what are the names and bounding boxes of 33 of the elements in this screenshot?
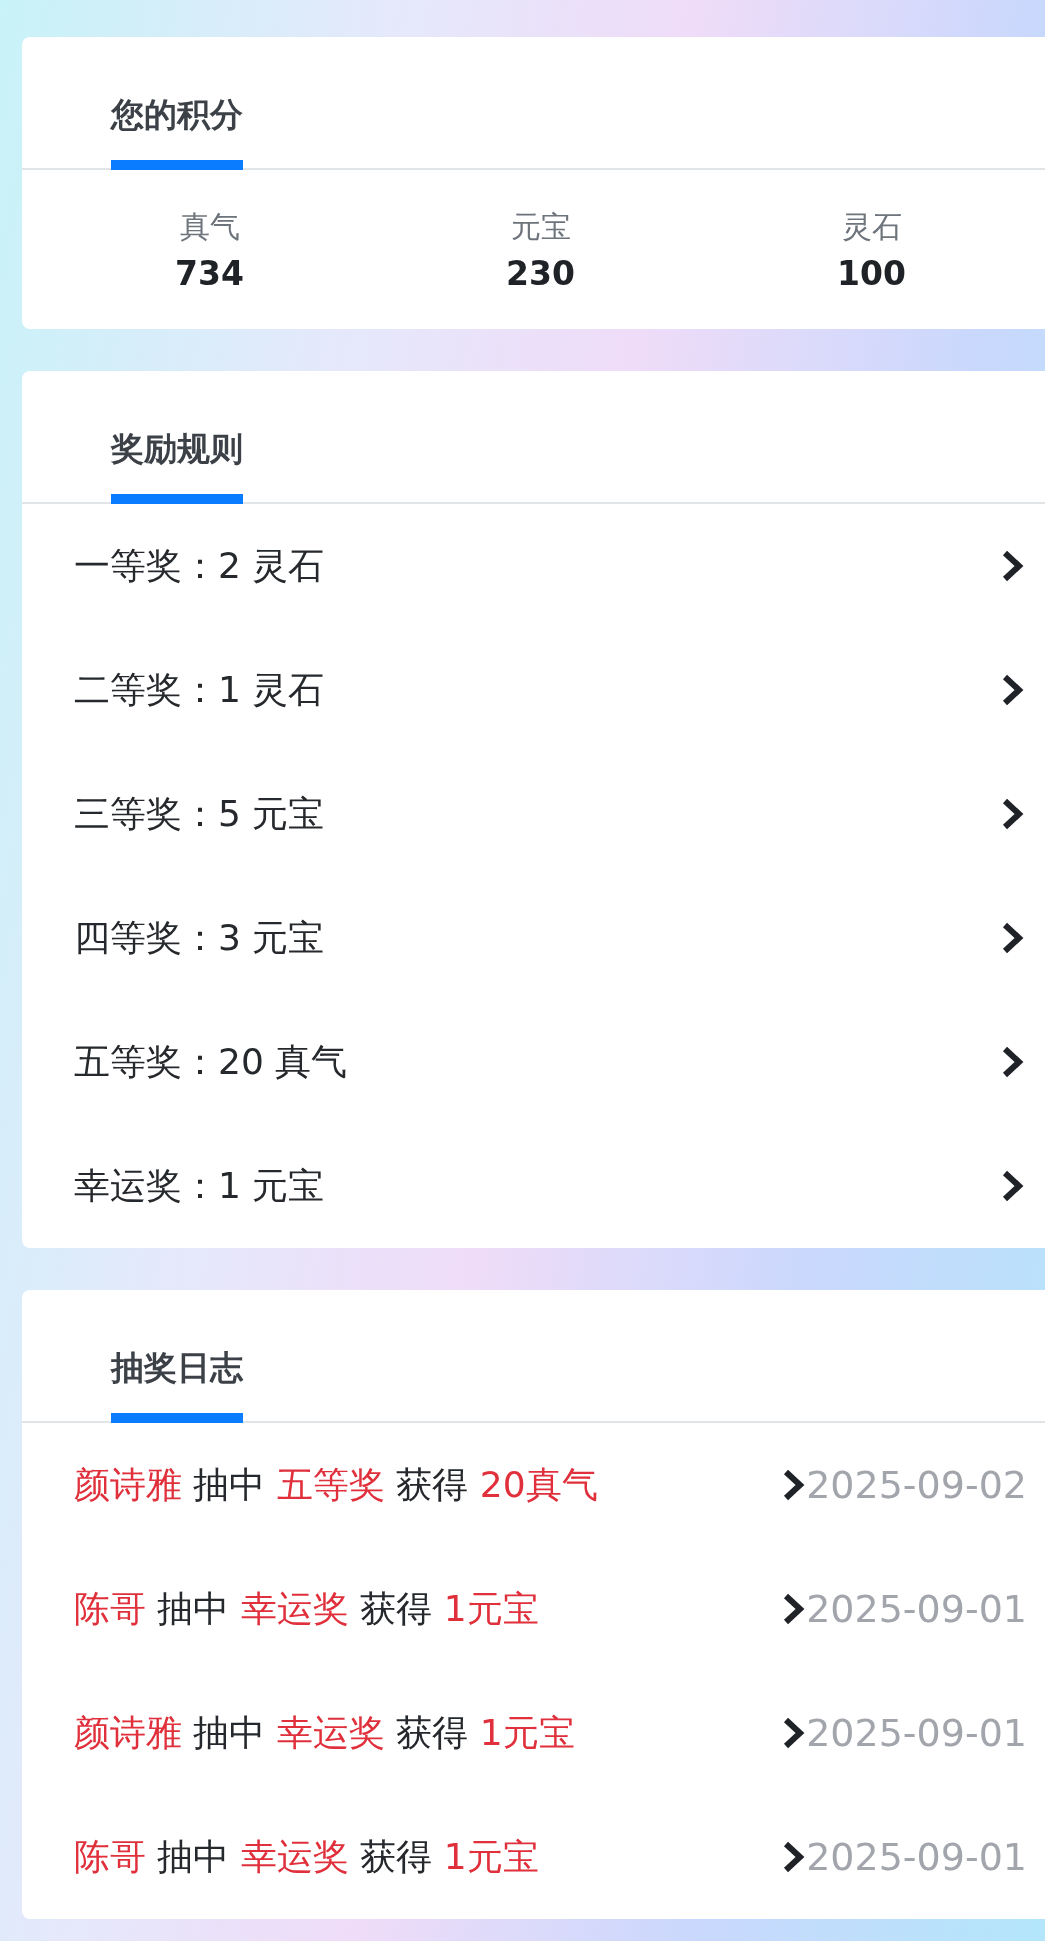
chevron-right-icon <box>1001 673 1025 707</box>
chevron-right-icon <box>1001 797 1025 831</box>
log-date: 2025-09-01 <box>806 1587 1027 1631</box>
rule-text: 四等奖：3 元宝 <box>74 915 326 960</box>
stat-label: 灵石 <box>841 207 902 246</box>
log-entry: 陈哥 抽中 幸运奖 获得 1元宝 <box>74 1586 540 1631</box>
chevron-right-icon <box>782 1592 807 1626</box>
rule-text: 二等奖：1 灵石 <box>74 667 326 712</box>
section-tab[interactable]: 抽奖日志 <box>111 1290 243 1423</box>
log-entry: 颜诗雅 抽中 幸运奖 获得 1元宝 <box>74 1710 576 1755</box>
stat-value: 230 <box>506 253 575 293</box>
log-date: 2025-09-01 <box>806 1711 1027 1755</box>
stat-value: 734 <box>175 253 244 293</box>
section-tab[interactable]: 您的积分 <box>111 37 243 170</box>
rule-text: 五等奖：20 真气 <box>74 1039 349 1084</box>
stat-label: 真气 <box>179 207 240 246</box>
log-date: 2025-09-01 <box>806 1835 1027 1879</box>
chevron-right-icon <box>782 1716 807 1750</box>
log-entry: 陈哥 抽中 幸运奖 获得 1元宝 <box>74 1834 540 1879</box>
stat-value: 100 <box>837 253 906 293</box>
chevron-right-icon <box>1001 1169 1025 1203</box>
log-date: 2025-09-02 <box>806 1463 1027 1507</box>
chevron-right-icon <box>1001 549 1025 583</box>
section-tab[interactable]: 奖励规则 <box>111 371 243 504</box>
chevron-right-icon <box>1001 1045 1025 1079</box>
rule-text: 一等奖：2 灵石 <box>74 543 326 588</box>
stat-label: 元宝 <box>510 207 571 246</box>
chevron-right-icon <box>782 1840 807 1874</box>
chevron-right-icon <box>1001 921 1025 955</box>
rule-text: 三等奖：5 元宝 <box>74 791 326 836</box>
chevron-right-icon <box>782 1468 807 1502</box>
rule-text: 幸运奖：1 元宝 <box>74 1163 326 1208</box>
log-entry: 颜诗雅 抽中 五等奖 获得 20真气 <box>74 1462 599 1507</box>
